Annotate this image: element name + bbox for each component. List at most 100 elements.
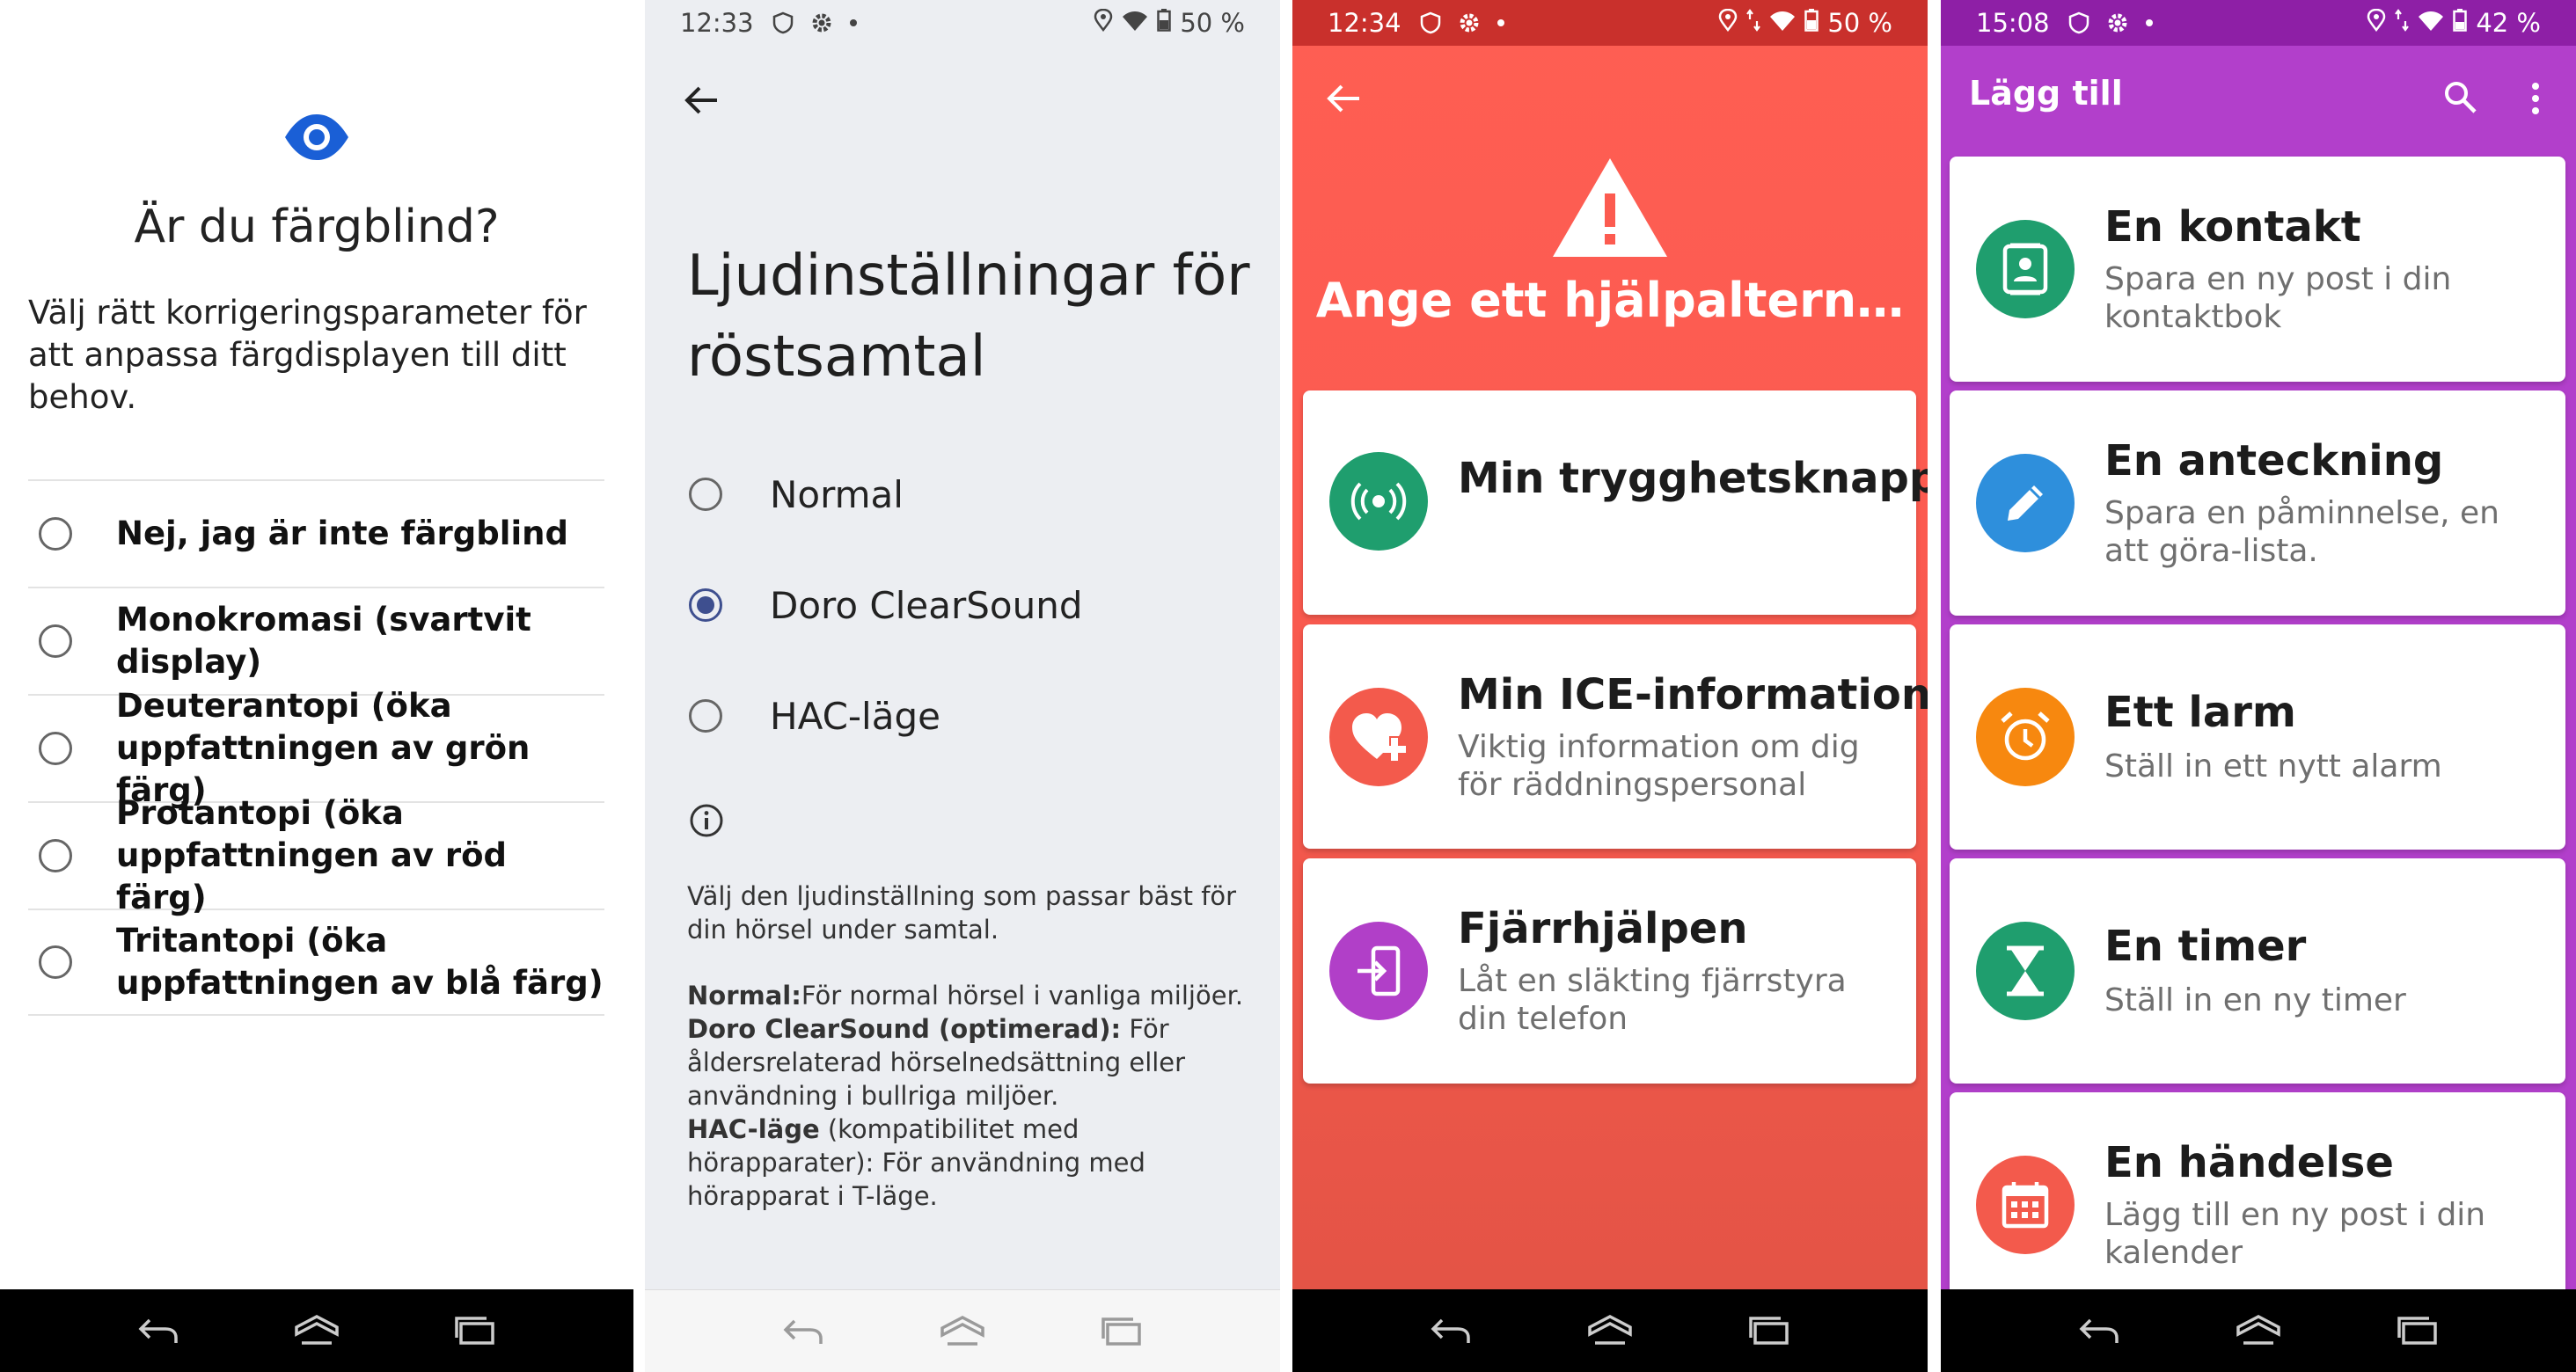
radio-button[interactable]: [689, 478, 722, 511]
item-event[interactable]: En händelse Lägg till en ny post i din k…: [1950, 1092, 2565, 1317]
option-label: Normal: [770, 472, 904, 516]
item-title: En händelse: [2104, 1138, 2394, 1187]
status-bar: 15:08 42 %: [1941, 0, 2576, 46]
radio-button[interactable]: [39, 517, 72, 551]
data-transfer-icon: [2395, 8, 2410, 38]
option-label: Tritantopi (öka uppfattningen av blå fär…: [116, 922, 604, 1002]
option-label: HAC-läge: [770, 694, 940, 738]
recents-icon: [1748, 1317, 1789, 1345]
home-nav-button[interactable]: [289, 1303, 345, 1359]
location-icon: [2367, 8, 2386, 38]
item-subtitle: Spara en påminnelse, en att göra-lista.: [2104, 495, 2499, 569]
color-option-list: Nej, jag är inte färgblind Monokromasi (…: [28, 479, 604, 1016]
home-nav-button[interactable]: [934, 1303, 991, 1360]
recents-nav-button[interactable]: [1094, 1303, 1150, 1360]
recents-icon: [1101, 1317, 1141, 1346]
gear-icon: [1458, 11, 1481, 34]
info-details: Normal:För normal hörsel i vanliga miljö…: [687, 979, 1250, 1213]
back-nav-button[interactable]: [2071, 1303, 2127, 1359]
option-label: Protantopi (öka uppfattningen av röd fär…: [116, 794, 508, 916]
location-icon: [1718, 8, 1738, 38]
radio-button[interactable]: [39, 945, 72, 979]
radio-button-selected[interactable]: [689, 588, 722, 622]
item-subtitle: Ställ in en ny timer: [2104, 982, 2406, 1018]
alarm-clock-icon: [1976, 688, 2075, 786]
back-arrow-icon: [783, 1319, 823, 1344]
item-title: En kontakt: [2104, 202, 2361, 252]
heart-plus-icon: [1329, 688, 1428, 786]
remote-login-icon: [1329, 922, 1428, 1020]
option-doro-clearsound[interactable]: Doro ClearSound: [689, 570, 1083, 640]
wifi-icon: [2418, 8, 2444, 38]
item-timer[interactable]: En timer Ställ in en ny timer: [1950, 858, 2565, 1084]
back-arrow-icon: [2079, 1318, 2119, 1343]
info-clearsound: Doro ClearSound (optimerad): För åldersr…: [687, 1014, 1186, 1111]
item-alarm[interactable]: Ett larm Ställ in ett nytt alarm: [1950, 624, 2565, 850]
info-icon: [690, 804, 723, 837]
option-not-color-blind[interactable]: Nej, jag är inte färgblind: [28, 479, 604, 587]
card-subtitle: Låt en släkting fjärrstyra din telefon: [1458, 963, 1847, 1037]
home-nav-button[interactable]: [1582, 1303, 1638, 1359]
more-options-icon[interactable]: [2528, 81, 2543, 116]
battery-icon: [2453, 8, 2468, 38]
page-title: Ljudinställningar för röstsamtal: [687, 244, 1250, 390]
radio-button[interactable]: [39, 839, 72, 872]
gear-icon: [2106, 11, 2129, 34]
panel-add-new: 15:08 42 % Lägg till En kontakt Spara en…: [1941, 0, 2576, 1372]
recents-nav-button[interactable]: [1741, 1303, 1797, 1359]
shield-icon: [2067, 11, 2090, 34]
radio-button[interactable]: [39, 732, 72, 765]
card-ice-information[interactable]: Min ICE-information Viktig information o…: [1303, 624, 1928, 849]
option-hac-mode[interactable]: HAC-läge: [689, 681, 940, 751]
status-bar: 12:33 50 %: [645, 0, 1280, 46]
page-description: Välj rätt korrigeringsparameter för att …: [28, 294, 587, 416]
status-bar: 12:34 50 %: [1292, 0, 1928, 46]
radio-button[interactable]: [689, 699, 722, 733]
card-title: Min trygghetsknapp: [1458, 454, 1928, 503]
wifi-icon: [1769, 8, 1796, 38]
option-deuteranopia[interactable]: Deuterantopi (öka uppfattningen av grön …: [28, 687, 604, 809]
card-subtitle: Viktig information om dig för räddningsp…: [1458, 729, 1860, 803]
status-time: 15:08: [1976, 8, 2050, 38]
data-transfer-icon: [1746, 8, 1761, 38]
back-arrow-icon[interactable]: [1324, 83, 1363, 114]
battery-level: 50 %: [1180, 8, 1245, 38]
panel-color-blind: Är du färgblind? Välj rätt korrigeringsp…: [0, 0, 633, 1372]
option-protanopia[interactable]: Protantopi (öka uppfattningen av röd fär…: [28, 794, 604, 916]
item-title: En timer: [2104, 922, 2307, 971]
option-normal[interactable]: Normal: [689, 459, 904, 529]
search-icon[interactable]: [2442, 79, 2477, 114]
recents-nav-button[interactable]: [2389, 1303, 2446, 1359]
home-icon: [2236, 1315, 2280, 1345]
battery-level: 42 %: [2476, 8, 2541, 38]
battery-icon: [1157, 8, 1172, 38]
location-icon: [1094, 8, 1113, 38]
card-title: Min ICE-information: [1458, 670, 1928, 719]
back-arrow-icon[interactable]: [680, 83, 722, 118]
option-monochromacy[interactable]: Monokromasi (svartvit display): [28, 587, 604, 694]
option-label: Monokromasi (svartvit display): [116, 601, 531, 681]
battery-level: 50 %: [1827, 8, 1892, 38]
item-note[interactable]: En anteckning Spara en påminnelse, en at…: [1950, 390, 2565, 616]
warning-icon: [1553, 158, 1667, 257]
status-time: 12:34: [1328, 8, 1401, 38]
item-contact[interactable]: En kontakt Spara en ny post i din kontak…: [1950, 157, 2565, 382]
recents-nav-button[interactable]: [447, 1303, 503, 1359]
wifi-icon: [1122, 8, 1148, 38]
page-title: Lägg till: [1969, 74, 2123, 113]
home-icon: [1588, 1315, 1632, 1345]
calendar-icon: [1976, 1156, 2075, 1254]
home-icon: [295, 1315, 339, 1345]
home-nav-button[interactable]: [2230, 1303, 2287, 1359]
back-nav-button[interactable]: [130, 1303, 187, 1359]
option-tritanopia[interactable]: Tritantopi (öka uppfattningen av blå fär…: [28, 909, 604, 1016]
back-nav-button[interactable]: [1423, 1303, 1479, 1359]
status-time: 12:33: [680, 8, 754, 38]
card-safety-button[interactable]: Min trygghetsknapp: [1303, 390, 1928, 615]
card-remote-help[interactable]: Fjärrhjälpen Låt en släkting fjärrstyra …: [1303, 858, 1916, 1084]
navigation-bar: [0, 1289, 633, 1372]
gear-icon: [810, 11, 833, 34]
back-nav-button[interactable]: [775, 1303, 831, 1360]
radio-button[interactable]: [39, 624, 72, 658]
home-icon: [940, 1315, 984, 1346]
